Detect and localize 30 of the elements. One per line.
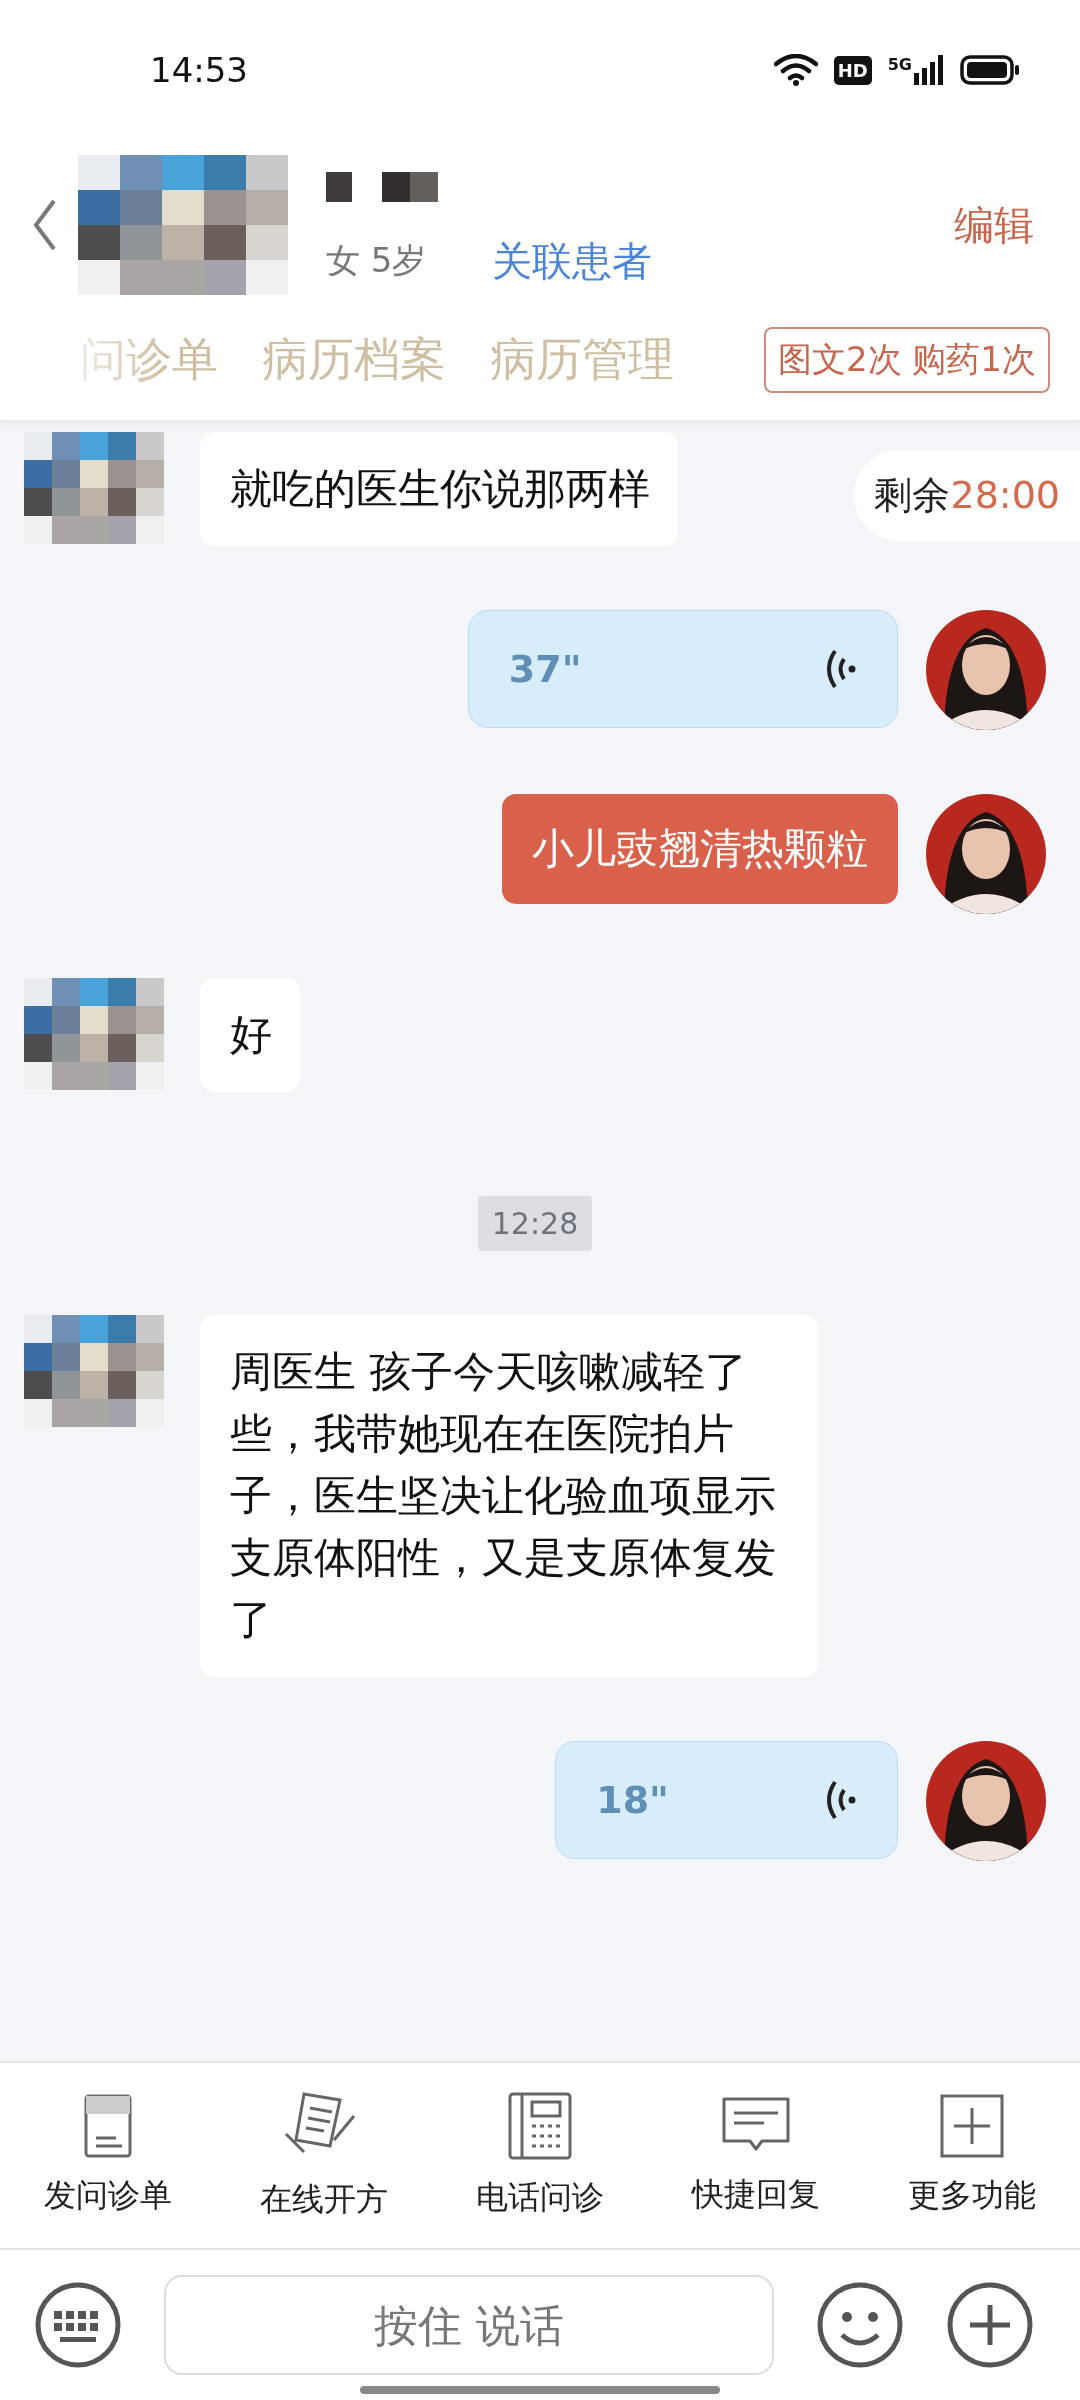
hd-badge: HD — [833, 55, 872, 85]
add-icon[interactable] — [946, 2281, 1034, 2369]
time-stamp: 12:28 — [477, 1196, 593, 1251]
gender-age: 女 5岁 — [326, 239, 427, 282]
link-patient-link[interactable]: 关联患者 — [492, 233, 653, 289]
hold-to-talk-field[interactable]: 按住 说话 — [164, 2275, 774, 2375]
phone-icon — [508, 2091, 572, 2160]
quota-badge: 图文2次 购药1次 — [763, 327, 1050, 393]
battery-icon — [960, 55, 1020, 85]
message-bubble: 小儿豉翘清热颗粒 — [502, 794, 898, 904]
plus-icon — [940, 2093, 1004, 2158]
message-bubble: 好 — [200, 978, 300, 1092]
signal-icon — [914, 55, 944, 85]
toolbar-button[interactable]: 在线开方 — [260, 2089, 388, 2222]
network-label: 5G — [887, 55, 912, 74]
emoji-icon[interactable] — [816, 2281, 904, 2369]
edit-link[interactable]: 编辑 — [954, 197, 1034, 253]
toolbar-button[interactable]: 发问诊单 — [44, 2093, 172, 2218]
wifi-icon — [773, 54, 818, 86]
voice-message[interactable]: 18" — [555, 1741, 898, 1859]
status-time: 14:53 — [150, 50, 248, 90]
toolbar-button[interactable]: 快捷回复 — [692, 2094, 820, 2217]
keyboard-icon[interactable] — [34, 2281, 122, 2369]
timer-value: 28:00 — [950, 473, 1060, 517]
timer-label: 剩余 — [874, 473, 951, 517]
toolbar-button[interactable]: 电话问诊 — [476, 2091, 604, 2220]
message-bubble: 周医生 孩子今天咳嗽减轻了些，我带她现在在医院拍片子，医生坚决让化验血项显示支原体阳性，又是支原体复发了 — [200, 1315, 818, 1677]
voice-message[interactable]: 37" — [467, 610, 898, 728]
message-bubble: 就吃的医生你说那两样 — [200, 432, 678, 546]
toolbar-button[interactable]: 更多功能 — [908, 2093, 1036, 2218]
